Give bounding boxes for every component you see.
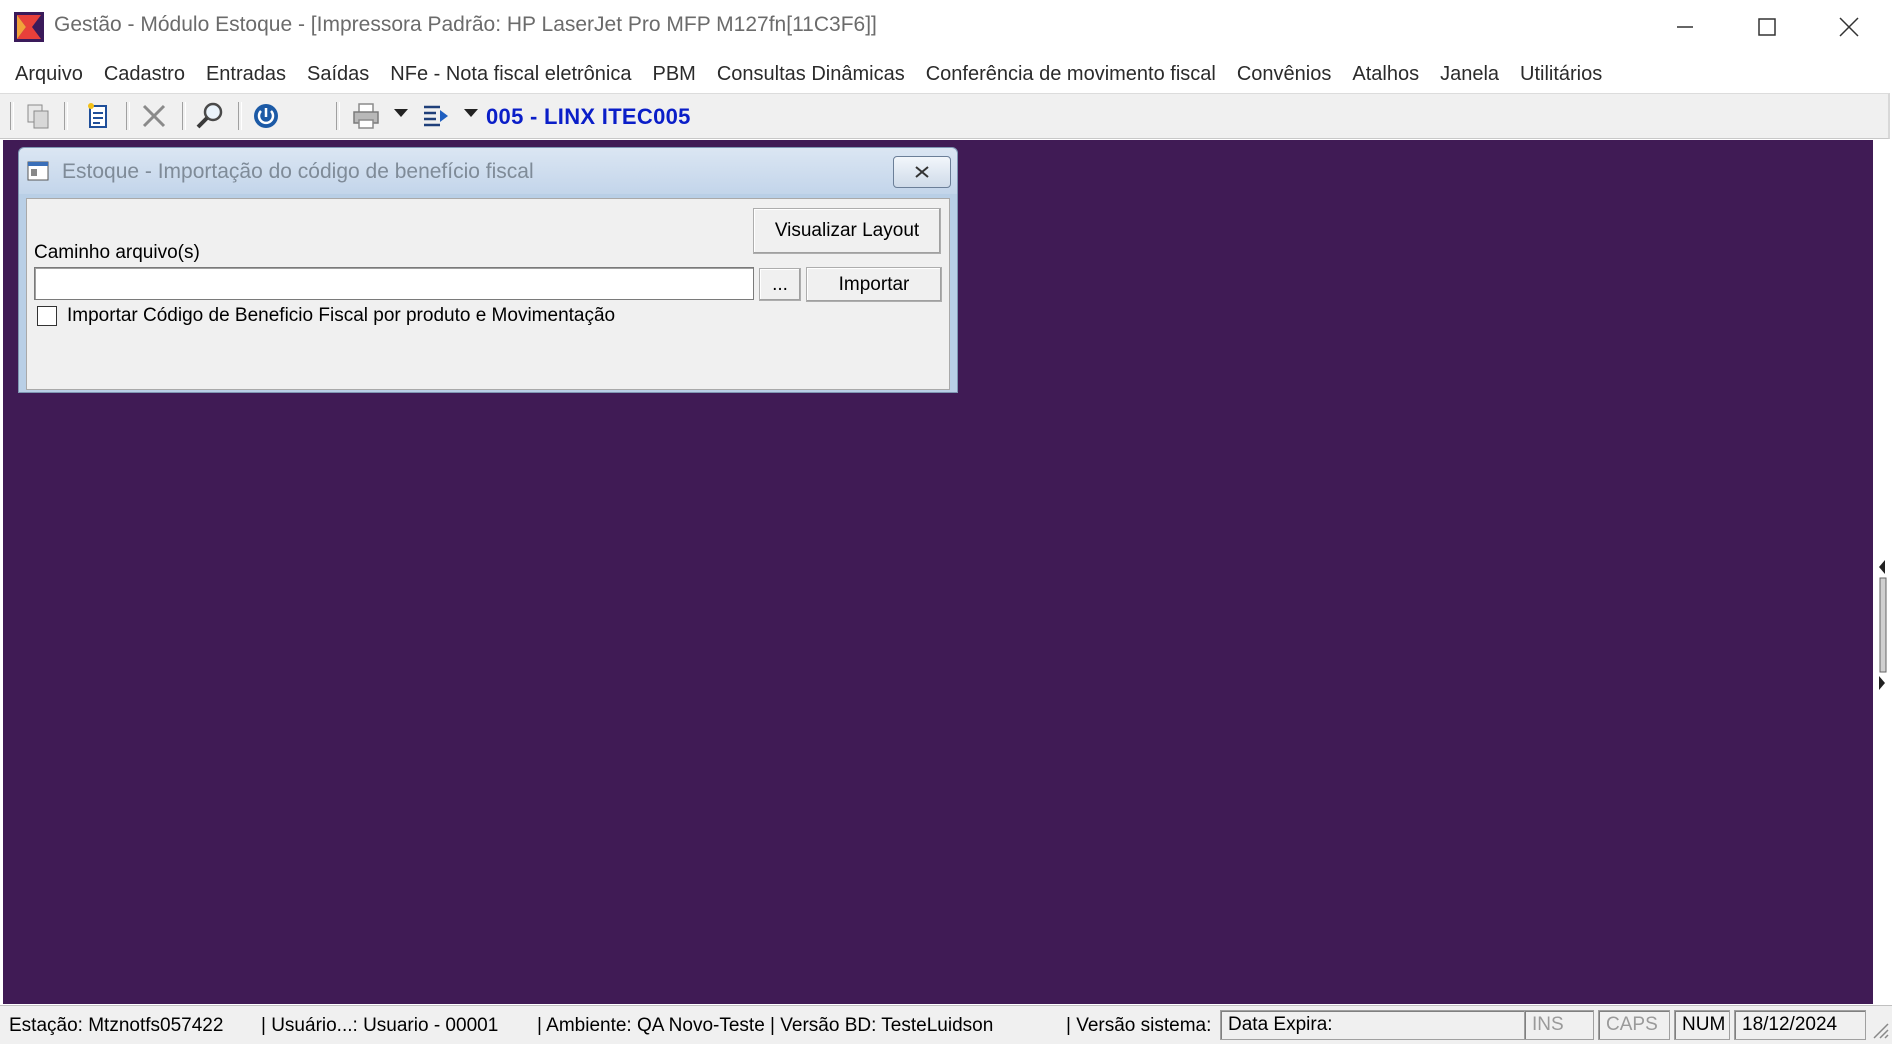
dialog-titlebar[interactable]: Estoque - Importação do código de benefí… xyxy=(19,148,957,194)
company-label: 005 - LINX ITEC005 xyxy=(486,104,691,129)
status-ambiente: | Ambiente: QA Novo-Teste | Versão BD: T… xyxy=(537,1015,994,1036)
toolbar-separator xyxy=(126,102,130,130)
path-label: Caminho arquivo(s) xyxy=(34,242,200,263)
close-button[interactable] xyxy=(1808,0,1890,54)
copy-icon[interactable] xyxy=(22,100,54,132)
status-ins: INS xyxy=(1524,1010,1594,1040)
toolbar-separator xyxy=(182,102,186,130)
menu-pbm[interactable]: PBM xyxy=(642,57,706,91)
status-num: NUM xyxy=(1674,1010,1730,1040)
menu-bar: Arquivo Cadastro Entradas Saídas NFe - N… xyxy=(0,56,1892,92)
browse-button[interactable]: ... xyxy=(759,268,801,301)
menu-arquivo[interactable]: Arquivo xyxy=(4,57,93,91)
import-by-product-label: Importar Código de Beneficio Fiscal por … xyxy=(67,305,616,326)
window-title: Gestão - Módulo Estoque - [Impressora Pa… xyxy=(54,13,877,36)
toolbar-separator xyxy=(64,102,68,130)
app-logo-icon xyxy=(14,12,44,42)
new-document-icon[interactable] xyxy=(82,100,114,132)
import-fiscal-benefit-dialog: Estoque - Importação do código de benefí… xyxy=(18,147,958,393)
close-icon xyxy=(915,166,929,178)
status-data-expira: Data Expira: xyxy=(1220,1010,1526,1040)
dialog-body: Visualizar Layout Caminho arquivo(s) ...… xyxy=(26,198,950,390)
delete-icon[interactable] xyxy=(138,100,170,132)
menu-conferencia-movimento-fiscal[interactable]: Conferência de movimento fiscal xyxy=(915,57,1226,91)
minimize-icon xyxy=(1677,26,1693,28)
path-input[interactable] xyxy=(34,267,754,300)
workspace-right-edge xyxy=(1874,140,1892,1004)
print-dropdown-arrow-icon[interactable] xyxy=(394,109,408,117)
print-icon[interactable] xyxy=(350,100,382,132)
window-titlebar: Gestão - Módulo Estoque - [Impressora Pa… xyxy=(0,0,1892,54)
list-dropdown-arrow-icon[interactable] xyxy=(464,109,478,117)
toolbar-grip xyxy=(10,102,14,130)
maximize-icon xyxy=(1758,18,1776,36)
view-layout-button[interactable]: Visualizar Layout xyxy=(753,208,941,254)
menu-utilitarios[interactable]: Utilitários xyxy=(1509,57,1612,91)
status-caps: CAPS xyxy=(1598,1010,1670,1040)
toolbar: 005 - LINX ITEC005 xyxy=(0,93,1890,139)
status-usuario: | Usuário...: Usuario - 00001 xyxy=(261,1015,499,1036)
status-estacao: Estação: Mtznotfs057422 xyxy=(9,1015,224,1036)
maximize-button[interactable] xyxy=(1726,0,1808,54)
import-button[interactable]: Importar xyxy=(806,267,942,302)
menu-saidas[interactable]: Saídas xyxy=(296,57,379,91)
toolbar-separator xyxy=(238,102,242,130)
dialog-close-button[interactable] xyxy=(893,156,951,188)
list-icon[interactable] xyxy=(420,100,452,132)
resize-grip-icon[interactable] xyxy=(1870,1018,1890,1040)
close-icon xyxy=(1839,17,1859,37)
menu-convenios[interactable]: Convênios xyxy=(1226,57,1342,91)
dialog-title: Estoque - Importação do código de benefí… xyxy=(62,160,534,183)
window-icon xyxy=(27,161,49,181)
menu-nfe[interactable]: NFe - Nota fiscal eletrônica xyxy=(379,57,641,91)
menu-cadastro[interactable]: Cadastro xyxy=(93,57,195,91)
status-versao-sistema: | Versão sistema: xyxy=(1066,1015,1212,1036)
power-icon[interactable] xyxy=(250,100,282,132)
splitter-handle-icon[interactable] xyxy=(1876,560,1890,690)
menu-consultas-dinamicas[interactable]: Consultas Dinâmicas xyxy=(706,57,915,91)
menu-entradas[interactable]: Entradas xyxy=(195,57,296,91)
import-by-product-checkbox[interactable] xyxy=(37,306,57,326)
menu-janela[interactable]: Janela xyxy=(1429,57,1509,91)
minimize-button[interactable] xyxy=(1644,0,1726,54)
status-date: 18/12/2024 xyxy=(1734,1010,1866,1040)
status-bar: Estação: Mtznotfs057422 | Usuário...: Us… xyxy=(0,1005,1892,1044)
toolbar-separator xyxy=(336,102,340,130)
menu-atalhos[interactable]: Atalhos xyxy=(1341,57,1429,91)
search-icon[interactable] xyxy=(194,100,226,132)
